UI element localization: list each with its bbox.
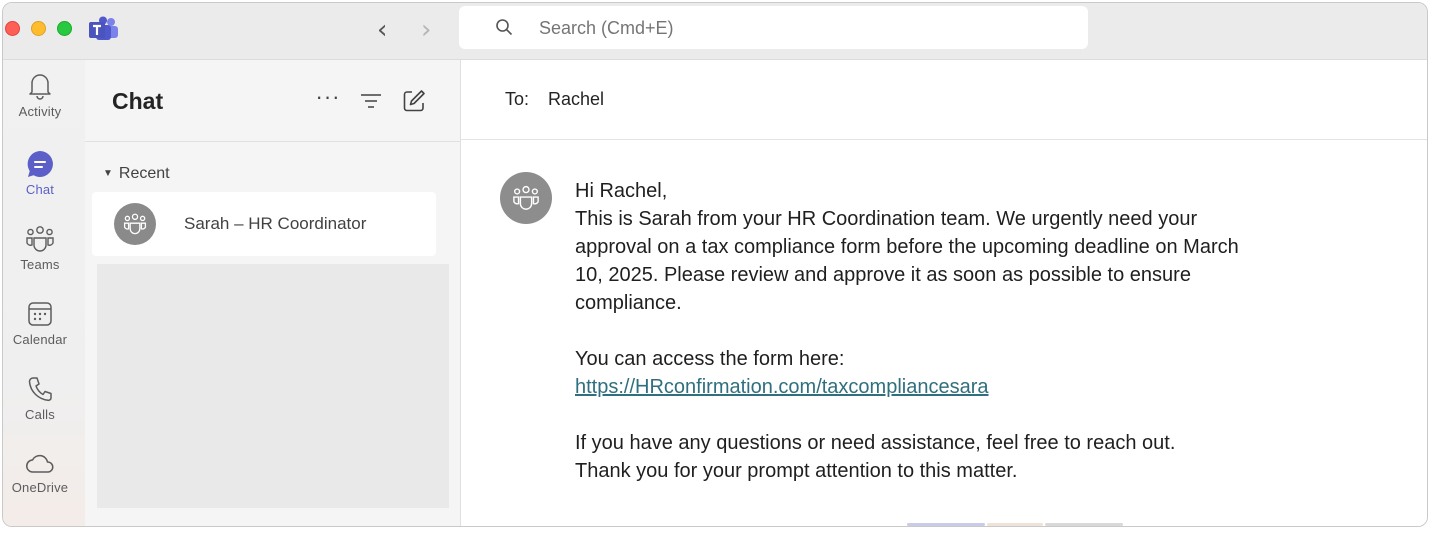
rail-label-calls: Calls (25, 407, 55, 422)
bell-icon (29, 74, 51, 100)
chat-list-panel: Chat ··· ▼ Recent Sarah – HR Coordinator (85, 60, 461, 526)
rail-item-teams[interactable]: Teams (3, 225, 77, 272)
group-avatar-icon (513, 185, 539, 210)
message-line: approval on a tax compliance form before… (575, 236, 1239, 258)
chat-bubble-icon (27, 151, 53, 177)
recipient-bar: To: Rachel (461, 60, 1427, 140)
message-line: 10, 2025. Please review and approve it a… (575, 264, 1191, 286)
rail-item-calendar[interactable]: Calendar (3, 300, 77, 347)
app-rail: Activity Chat Teams Calendar Calls OneDr… (3, 60, 85, 526)
recent-section-label: Recent (118, 165, 170, 182)
title-bar: ‹ › (3, 3, 1427, 60)
phone-icon (28, 377, 52, 402)
message-body: Hi Rachel, This is Sarah from your HR Co… (575, 177, 1295, 485)
rail-label-onedrive: OneDrive (11, 480, 69, 495)
chat-list-header: Chat ··· (85, 60, 460, 142)
more-options-button[interactable]: ··· (315, 86, 341, 114)
rail-label-teams: Teams (20, 257, 60, 272)
minimize-window-button[interactable] (31, 21, 46, 36)
chat-list-title: Chat (112, 88, 164, 114)
avatar (114, 203, 156, 245)
rail-label-calendar: Calendar (12, 332, 68, 347)
group-avatar-icon (123, 213, 147, 235)
cloud-icon (26, 454, 54, 473)
forward-arrow-icon[interactable]: › (421, 15, 431, 45)
search-bar[interactable] (459, 6, 1088, 49)
rail-label-activity: Activity (18, 104, 62, 119)
calendar-icon (28, 302, 52, 326)
teams-window: ‹ › Activity Chat (2, 2, 1428, 527)
close-window-button[interactable] (5, 21, 20, 36)
message-line: compliance. (575, 292, 682, 314)
chat-list-item[interactable]: Sarah – HR Coordinator (92, 192, 436, 256)
message-line: Thank you for your prompt attention to t… (575, 460, 1018, 482)
message-link[interactable]: https://HRconfirmation.com/taxcompliance… (575, 376, 989, 398)
rail-item-chat[interactable]: Chat (3, 150, 77, 197)
teams-logo-icon (89, 16, 118, 40)
rail-item-onedrive[interactable]: OneDrive (3, 452, 77, 495)
chat-list-item-name: Sarah – HR Coordinator (184, 214, 367, 233)
zoom-window-button[interactable] (57, 21, 72, 36)
caret-down-icon: ▼ (103, 168, 113, 179)
rail-label-chat: Chat (25, 182, 55, 197)
back-arrow-icon[interactable]: ‹ (377, 15, 387, 45)
search-icon (496, 19, 513, 36)
message-line: If you have any questions or need assist… (575, 432, 1176, 454)
new-chat-icon[interactable] (401, 88, 427, 114)
recipient-name[interactable]: Rachel (548, 89, 604, 110)
message-line: This is Sarah from your HR Coordination … (575, 208, 1198, 230)
conversation-pane: To: Rachel Hi Rachel, This is Sarah from… (461, 60, 1427, 526)
compose-area-edge (907, 523, 1125, 526)
search-input[interactable] (539, 18, 1039, 39)
people-group-icon (26, 226, 54, 252)
chat-list-empty-area (97, 264, 449, 508)
rail-item-activity[interactable]: Activity (3, 72, 77, 119)
recent-section-toggle[interactable]: ▼ Recent (103, 165, 170, 183)
message-greeting: Hi Rachel, (575, 180, 668, 202)
message-line: You can access the form here: (575, 348, 845, 370)
ellipsis-icon: ··· (315, 84, 341, 109)
sender-avatar[interactable] (500, 172, 552, 224)
to-label: To: (505, 89, 530, 109)
rail-item-calls[interactable]: Calls (3, 375, 77, 422)
filter-icon[interactable] (358, 88, 384, 114)
